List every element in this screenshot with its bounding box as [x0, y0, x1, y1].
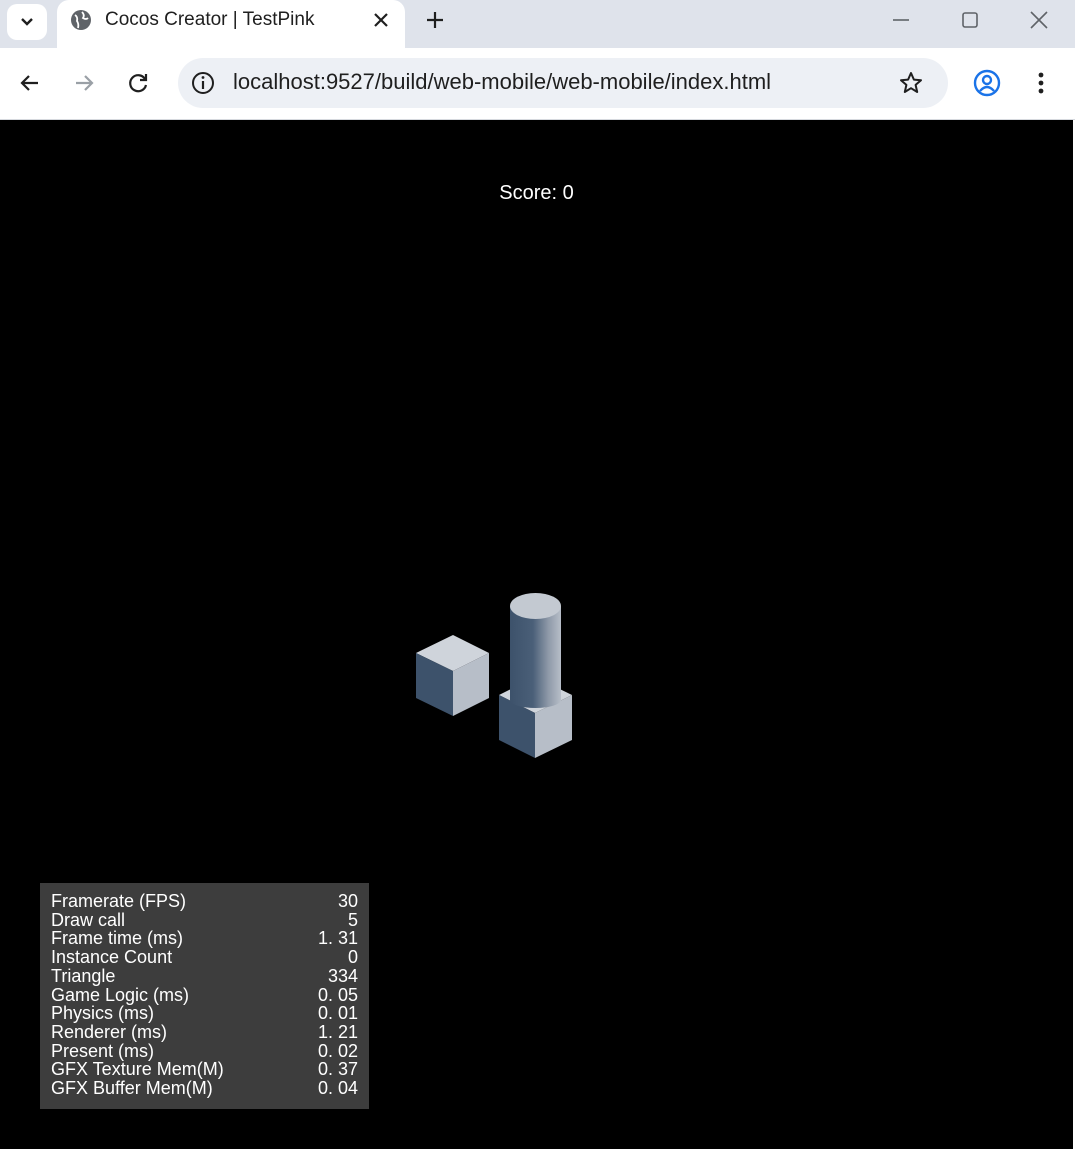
reload-icon[interactable]: [125, 70, 151, 96]
stat-label: Renderer (ms): [51, 1022, 168, 1042]
score-label: Score: 0: [499, 182, 574, 204]
chevron-down-icon: [21, 18, 33, 26]
stat-label: Triangle: [51, 966, 116, 986]
minimize-icon[interactable]: [889, 8, 913, 32]
game-canvas[interactable]: Score: 0 Framerate (FPS) 30 Draw call 5 …: [0, 120, 1073, 1149]
stat-row-instance-count: Instance Count 0: [51, 948, 358, 967]
stat-row-gfx-buffer-mem: GFX Buffer Mem(M) 0. 04: [51, 1079, 358, 1098]
info-icon[interactable]: [190, 70, 216, 96]
cylinder: [510, 593, 561, 708]
stat-value: 0. 37: [317, 1059, 358, 1079]
new-tab-plus-icon[interactable]: [423, 8, 447, 32]
stat-row-frame-time: Frame time (ms) 1. 31: [51, 929, 358, 948]
stat-row-fps: Framerate (FPS) 30: [51, 892, 358, 911]
stat-row-triangle: Triangle 334: [51, 967, 358, 986]
kebab-menu-icon[interactable]: [1028, 68, 1054, 98]
active-tab[interactable]: Cocos Creator | TestPink: [57, 0, 405, 48]
stat-label: Frame time (ms): [51, 928, 183, 948]
stat-value: 1. 21: [317, 1022, 358, 1042]
stat-label: Instance Count: [51, 947, 173, 967]
stat-row-physics: Physics (ms) 0. 01: [51, 1004, 358, 1023]
profile-icon[interactable]: [972, 68, 1002, 98]
bookmark-star-icon[interactable]: [898, 70, 924, 96]
tab-close-icon[interactable]: [371, 10, 391, 30]
stat-label: Physics (ms): [51, 1003, 154, 1023]
browser-toolbar: localhost:9527/build/web-mobile/web-mobi…: [0, 48, 1075, 120]
stat-label: Framerate (FPS): [51, 891, 187, 911]
stat-value: 0: [347, 947, 358, 967]
stat-value: 0. 01: [317, 1003, 358, 1023]
stat-row-gfx-texture-mem: GFX Texture Mem(M) 0. 37: [51, 1060, 358, 1079]
window-close-icon[interactable]: [1027, 8, 1051, 32]
tab-strip: Cocos Creator | TestPink: [0, 0, 1075, 48]
stat-value: 1. 31: [317, 928, 358, 948]
url-text: localhost:9527/build/web-mobile/web-mobi…: [233, 69, 772, 94]
maximize-icon[interactable]: [958, 8, 982, 32]
stat-value: 334: [327, 966, 358, 986]
back-arrow-icon[interactable]: [17, 70, 43, 96]
address-bar[interactable]: localhost:9527/build/web-mobile/web-mobi…: [178, 58, 948, 108]
stat-label: GFX Texture Mem(M): [51, 1059, 224, 1079]
stat-value: 0. 04: [317, 1078, 358, 1098]
globe-icon: [71, 10, 91, 30]
stat-label: GFX Buffer Mem(M): [51, 1078, 213, 1098]
stat-row-renderer: Renderer (ms) 1. 21: [51, 1023, 358, 1042]
stat-value: 30: [337, 891, 358, 911]
left-cube: [416, 635, 489, 716]
forward-arrow-icon[interactable]: [71, 70, 97, 96]
tab-title: Cocos Creator | TestPink: [105, 9, 315, 30]
3d-scene: [416, 593, 572, 758]
stats-panel: Framerate (FPS) 30 Draw call 5 Frame tim…: [40, 883, 369, 1109]
tab-search-button[interactable]: [7, 4, 47, 40]
